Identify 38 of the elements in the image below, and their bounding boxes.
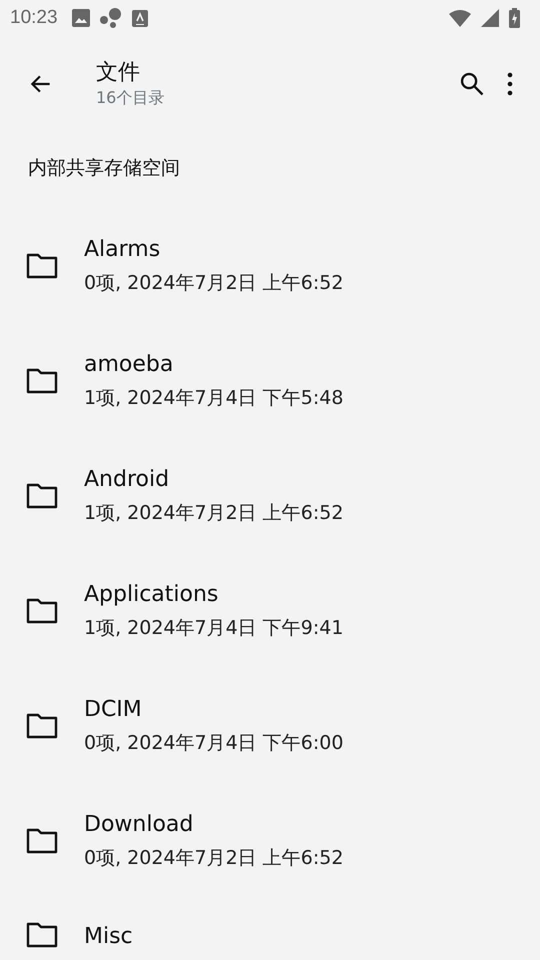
folder-row[interactable]: Applications 1项, 2024年7月4日 下午9:41 [0,553,540,668]
folder-icon [26,712,58,738]
search-icon [458,70,486,98]
folder-name: Alarms [84,236,162,264]
signal-icon [481,9,499,27]
folder-row[interactable]: Download 0项, 2024年7月2日 上午6:52 [0,783,540,898]
folder-name: Android [84,466,170,494]
toolbar-title: 文件 [96,59,141,87]
folder-icon [26,598,58,624]
folder-details: 1项, 2024年7月2日 上午6:52 [84,500,344,526]
section-title: 内部共享存储空间 [28,157,180,179]
status-time: 10:23 [10,7,58,29]
folder-name: amoeba [84,350,174,378]
folder-row[interactable]: amoeba 1项, 2024年7月4日 下午5:48 [0,323,540,438]
folder-name: Misc [84,923,133,951]
folder-name: DCIM [84,696,143,724]
folder-icon [26,922,58,948]
wifi-icon [449,9,471,27]
folder-details: 1项, 2024年7月4日 下午9:41 [84,616,344,640]
keyboard-icon [132,10,148,26]
folder-row[interactable]: DCIM 0项, 2024年7月4日 下午6:00 [0,668,540,783]
folder-details: 0项, 2024年7月2日 上午6:52 [84,270,344,296]
folder-row[interactable]: Alarms 0项, 2024年7月2日 上午6:52 [0,208,540,323]
folder-row[interactable]: Android 1项, 2024年7月2日 上午6:52 [0,438,540,553]
folder-icon [26,828,58,854]
folder-icon [26,368,58,394]
folder-name: Applications [84,580,220,608]
folder-details: 0项, 2024年7月2日 上午6:52 [84,846,344,870]
folder-icon [26,482,58,508]
bubbles-icon [100,8,122,28]
folder-row[interactable]: Misc [0,898,540,952]
folder-details: 0项, 2024年7月4日 下午6:00 [84,730,344,756]
toolbar-subtitle: 16个目录 [96,87,166,109]
battery-icon [509,8,520,28]
image-icon [72,9,90,27]
folder-details: 1项, 2024年7月4日 下午5:48 [84,386,344,410]
folder-icon [26,252,58,278]
folder-name: Download [84,810,194,838]
